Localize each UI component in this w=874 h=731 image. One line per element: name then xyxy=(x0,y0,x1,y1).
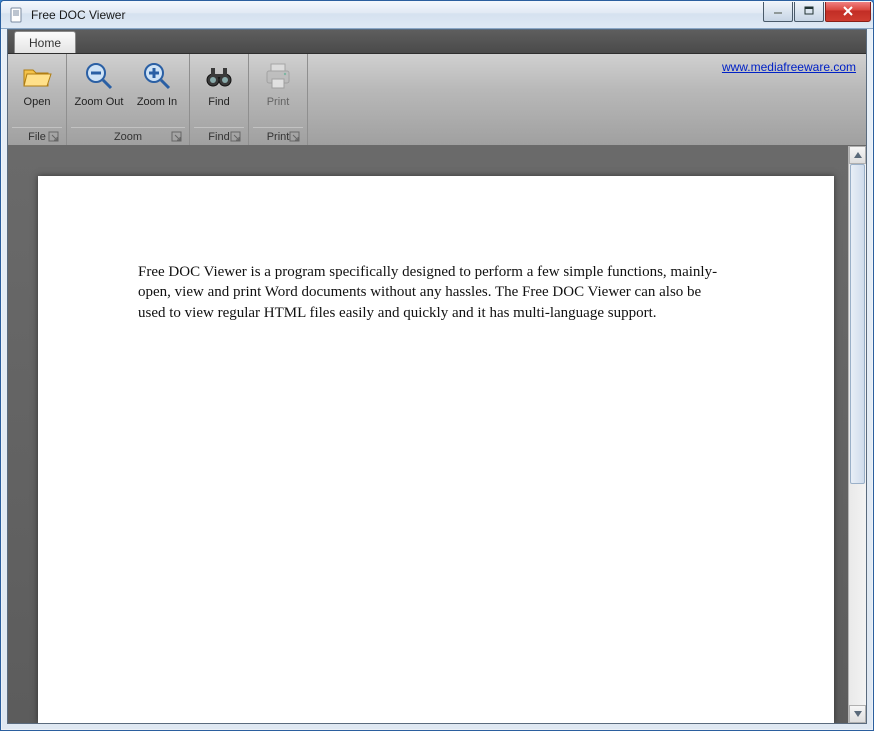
open-button[interactable]: Open xyxy=(12,56,62,110)
group-find: Find Find xyxy=(190,54,249,145)
vendor-link[interactable]: www.mediafreeware.com xyxy=(722,60,856,74)
group-zoom: Zoom Out Zoom In xyxy=(67,54,190,145)
zoom-in-button[interactable]: Zoom In xyxy=(129,56,185,110)
zoom-in-icon xyxy=(141,60,173,92)
document-area: Free DOC Viewer is a program specificall… xyxy=(8,146,866,723)
close-button[interactable] xyxy=(825,2,871,22)
dialog-launcher-icon[interactable] xyxy=(289,131,301,143)
tab-home[interactable]: Home xyxy=(14,31,76,53)
ribbon-tabstrip: Home xyxy=(8,30,866,54)
group-print-label: Print xyxy=(267,131,290,143)
document-page: Free DOC Viewer is a program specificall… xyxy=(38,176,834,723)
tab-label: Home xyxy=(29,36,61,50)
dialog-launcher-icon[interactable] xyxy=(230,131,242,143)
group-file-label: File xyxy=(28,131,46,143)
group-find-label: Find xyxy=(208,131,229,143)
print-label: Print xyxy=(267,96,290,108)
zoom-out-button[interactable]: Zoom Out xyxy=(71,56,127,110)
print-button[interactable]: Print xyxy=(253,56,303,110)
open-label: Open xyxy=(24,96,51,108)
group-zoom-label: Zoom xyxy=(114,131,142,143)
find-button[interactable]: Find xyxy=(194,56,244,110)
scroll-thumb[interactable] xyxy=(850,164,865,484)
document-paragraph: Free DOC Viewer is a program specificall… xyxy=(138,262,718,323)
zoom-out-label: Zoom Out xyxy=(75,96,124,108)
binoculars-icon xyxy=(203,60,235,92)
maximize-button[interactable] xyxy=(794,2,824,22)
zoom-in-label: Zoom In xyxy=(137,96,177,108)
group-print: Print Print xyxy=(249,54,308,145)
client-area: Home Open xyxy=(7,29,867,724)
find-label: Find xyxy=(208,96,229,108)
dialog-launcher-icon[interactable] xyxy=(48,131,60,143)
window-frame: Free DOC Viewer Home xyxy=(0,0,874,731)
title-bar[interactable]: Free DOC Viewer xyxy=(1,1,873,29)
zoom-out-icon xyxy=(83,60,115,92)
dialog-launcher-icon[interactable] xyxy=(171,131,183,143)
window-controls xyxy=(762,2,871,22)
ribbon: Open File xyxy=(8,54,866,146)
scroll-track[interactable] xyxy=(849,164,866,705)
minimize-button[interactable] xyxy=(763,2,793,22)
printer-icon xyxy=(262,60,294,92)
window-title: Free DOC Viewer xyxy=(31,8,762,22)
vertical-scrollbar[interactable] xyxy=(848,146,866,723)
folder-open-icon xyxy=(21,60,53,92)
document-viewport[interactable]: Free DOC Viewer is a program specificall… xyxy=(8,146,848,723)
group-file: Open File xyxy=(8,54,67,145)
scroll-down-button[interactable] xyxy=(849,705,866,723)
app-icon xyxy=(9,7,25,23)
scroll-up-button[interactable] xyxy=(849,146,866,164)
